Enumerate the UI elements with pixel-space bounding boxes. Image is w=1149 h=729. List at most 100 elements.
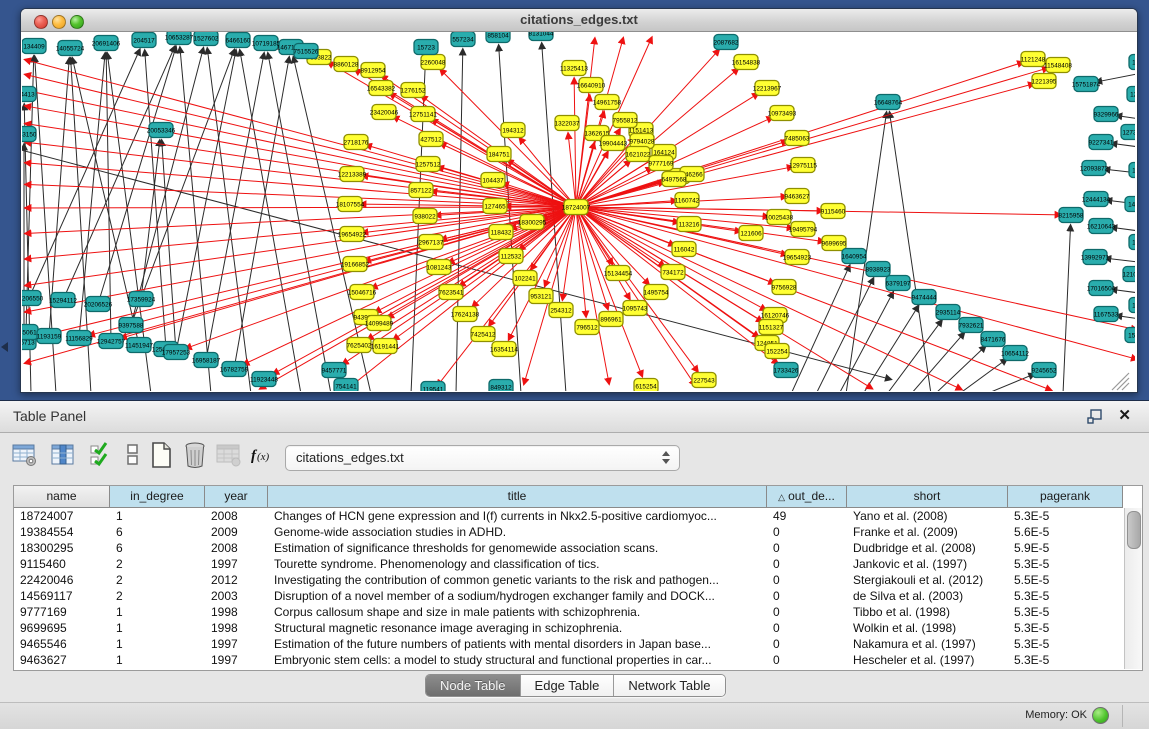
table-cell[interactable]: Yano et al. (2008) — [847, 508, 1008, 524]
graph-node[interactable]: 7485063 — [785, 131, 810, 146]
graph-node[interactable]: 116042 — [672, 242, 696, 257]
graph-node[interactable]: 104437 — [481, 173, 505, 188]
graph-node[interactable]: 1276152 — [401, 83, 426, 98]
table-cell[interactable]: 2012 — [205, 572, 268, 588]
table-cell[interactable]: 22420046 — [14, 572, 110, 588]
resize-grip-icon[interactable] — [1112, 373, 1129, 390]
graph-node[interactable]: 7425412 — [471, 327, 496, 342]
table-cell[interactable]: 0 — [767, 620, 847, 636]
graph-node[interactable]: 13121 — [1129, 298, 1135, 313]
table-cell[interactable]: 9699695 — [14, 620, 110, 636]
graph-node[interactable]: 1193159 — [37, 329, 62, 344]
graph-node[interactable]: 7955812 — [613, 113, 638, 128]
table-cell[interactable]: 6 — [110, 524, 205, 540]
delete-table-icon[interactable] — [214, 440, 244, 470]
column-header-in_degree[interactable]: in_degree — [110, 486, 205, 508]
graph-node[interactable]: 427512 — [419, 132, 443, 147]
graph-node[interactable]: 12942757 — [97, 334, 126, 349]
table-cell[interactable]: 5.3E-5 — [1008, 604, 1123, 620]
graph-node[interactable]: 113216 — [677, 217, 701, 232]
graph-node[interactable]: 134409 — [22, 39, 46, 54]
table-cell[interactable]: Jankovic et al. (1997) — [847, 556, 1008, 572]
graph-node[interactable]: 8860128 — [334, 57, 359, 72]
scrollbar-thumb[interactable] — [1127, 511, 1141, 549]
tab-edge-table[interactable]: Edge Table — [521, 675, 615, 696]
graph-node[interactable]: 1257512 — [416, 157, 441, 172]
table-cell[interactable]: Nakamura et al. (1997) — [847, 636, 1008, 652]
graph-node[interactable]: 938022 — [413, 209, 437, 224]
table-cell[interactable]: 5.3E-5 — [1008, 508, 1123, 524]
graph-node[interactable]: 10654112 — [1001, 346, 1029, 361]
vertical-scrollbar[interactable] — [1124, 508, 1142, 669]
graph-node[interactable]: 19654922 — [338, 227, 367, 242]
graph-node[interactable]: 112532 — [499, 249, 523, 264]
graph-node[interactable]: 15294112 — [49, 293, 77, 308]
graph-node[interactable]: 1640954 — [842, 249, 867, 264]
table-cell[interactable]: 9777169 — [14, 604, 110, 620]
column-header-out_de[interactable]: △out_de... — [767, 486, 847, 508]
table-cell[interactable]: 2 — [110, 556, 205, 572]
collapse-arrow-icon[interactable] — [1, 342, 8, 352]
graph-node[interactable]: 9756928 — [772, 280, 797, 295]
table-row[interactable]: 2242004622012Investigating the contribut… — [14, 572, 1123, 588]
graph-node[interactable]: 16782759 — [220, 362, 249, 377]
table-cell[interactable]: 0 — [767, 636, 847, 652]
graph-node[interactable]: 134413 — [22, 87, 36, 102]
graph-node[interactable]: 1733426 — [774, 363, 799, 378]
deselect-icon[interactable] — [118, 440, 148, 470]
graph-node[interactable]: 8131044 — [529, 32, 554, 41]
graph-node[interactable]: 857122 — [409, 183, 433, 198]
graph-node[interactable]: 8471676 — [981, 332, 1006, 347]
table-row[interactable]: 1872400712008Changes of HCN gene express… — [14, 508, 1123, 524]
graph-node[interactable]: 12975115 — [789, 158, 817, 173]
column-header-title[interactable]: title — [268, 486, 767, 508]
graph-node[interactable]: 18107554 — [336, 197, 365, 212]
tab-network-table[interactable]: Network Table — [614, 675, 724, 696]
table-cell[interactable]: Corpus callosum shape and size in male p… — [268, 604, 767, 620]
table-row[interactable]: 969969511998Structural magnetic resonanc… — [14, 620, 1123, 636]
graph-node[interactable]: 1527602 — [194, 32, 219, 46]
new-document-icon[interactable] — [146, 440, 176, 470]
table-row[interactable]: 1938455462009Genome-wide association stu… — [14, 524, 1123, 540]
graph-node[interactable]: 119541 — [421, 382, 445, 392]
graph-node[interactable]: 152254 — [765, 344, 789, 359]
graph-node[interactable]: 10653287 — [165, 32, 194, 45]
graph-node[interactable]: 11548408 — [1044, 58, 1072, 73]
table-row[interactable]: 977716911998Corpus callosum shape and si… — [14, 604, 1123, 620]
table-cell[interactable]: 9115460 — [14, 556, 110, 572]
graph-node[interactable]: 8912954 — [361, 63, 386, 78]
table-cell[interactable]: 0 — [767, 524, 847, 540]
graph-node[interactable]: 184751 — [487, 147, 511, 162]
table-cell[interactable]: Disruption of a novel member of a sodium… — [268, 588, 767, 604]
graph-node[interactable]: 9245652 — [1032, 363, 1057, 378]
graph-node[interactable]: 2967137 — [419, 235, 444, 250]
table-settings-icon[interactable] — [10, 440, 40, 470]
graph-node[interactable]: 16210643 — [1087, 219, 1116, 234]
graph-node[interactable]: 11451947 — [125, 338, 153, 353]
column-visibility-icon[interactable] — [48, 440, 78, 470]
graph-node[interactable]: 15046716 — [348, 285, 377, 300]
graph-node[interactable]: 7625402 — [347, 338, 372, 353]
table-cell[interactable]: Investigating the contribution of common… — [268, 572, 767, 588]
graph-node[interactable]: 615254 — [634, 379, 658, 392]
graph-node[interactable]: 14961758 — [593, 95, 622, 110]
table-row[interactable]: 1830029562008Estimation of significance … — [14, 540, 1123, 556]
graph-node[interactable]: 754141 — [334, 379, 358, 392]
graph-node[interactable]: 14161 — [1129, 163, 1135, 178]
table-cell[interactable]: Tibbo et al. (1998) — [847, 604, 1008, 620]
graph-node[interactable]: 1221395 — [1032, 74, 1057, 89]
graph-node[interactable]: 953121 — [529, 289, 553, 304]
table-row[interactable]: 1456911722003Disruption of a novel membe… — [14, 588, 1123, 604]
table-cell[interactable]: Wolkin et al. (1998) — [847, 620, 1008, 636]
graph-node[interactable]: 11325413 — [560, 61, 588, 76]
table-selector-dropdown[interactable]: citations_edges.txt — [285, 445, 680, 471]
table-cell[interactable]: 5.3E-5 — [1008, 620, 1123, 636]
graph-node[interactable]: 254312 — [549, 303, 573, 318]
graph-node[interactable]: 935061 — [22, 325, 38, 340]
graph-node[interactable]: 2087682 — [714, 35, 739, 50]
graph-node[interactable]: 8215958 — [1059, 208, 1084, 223]
graph-node[interactable]: 15774 — [1125, 328, 1135, 343]
graph-node[interactable]: 6497568 — [662, 172, 687, 187]
graph-node[interactable]: 14099489 — [365, 316, 394, 331]
table-cell[interactable]: 0 — [767, 604, 847, 620]
